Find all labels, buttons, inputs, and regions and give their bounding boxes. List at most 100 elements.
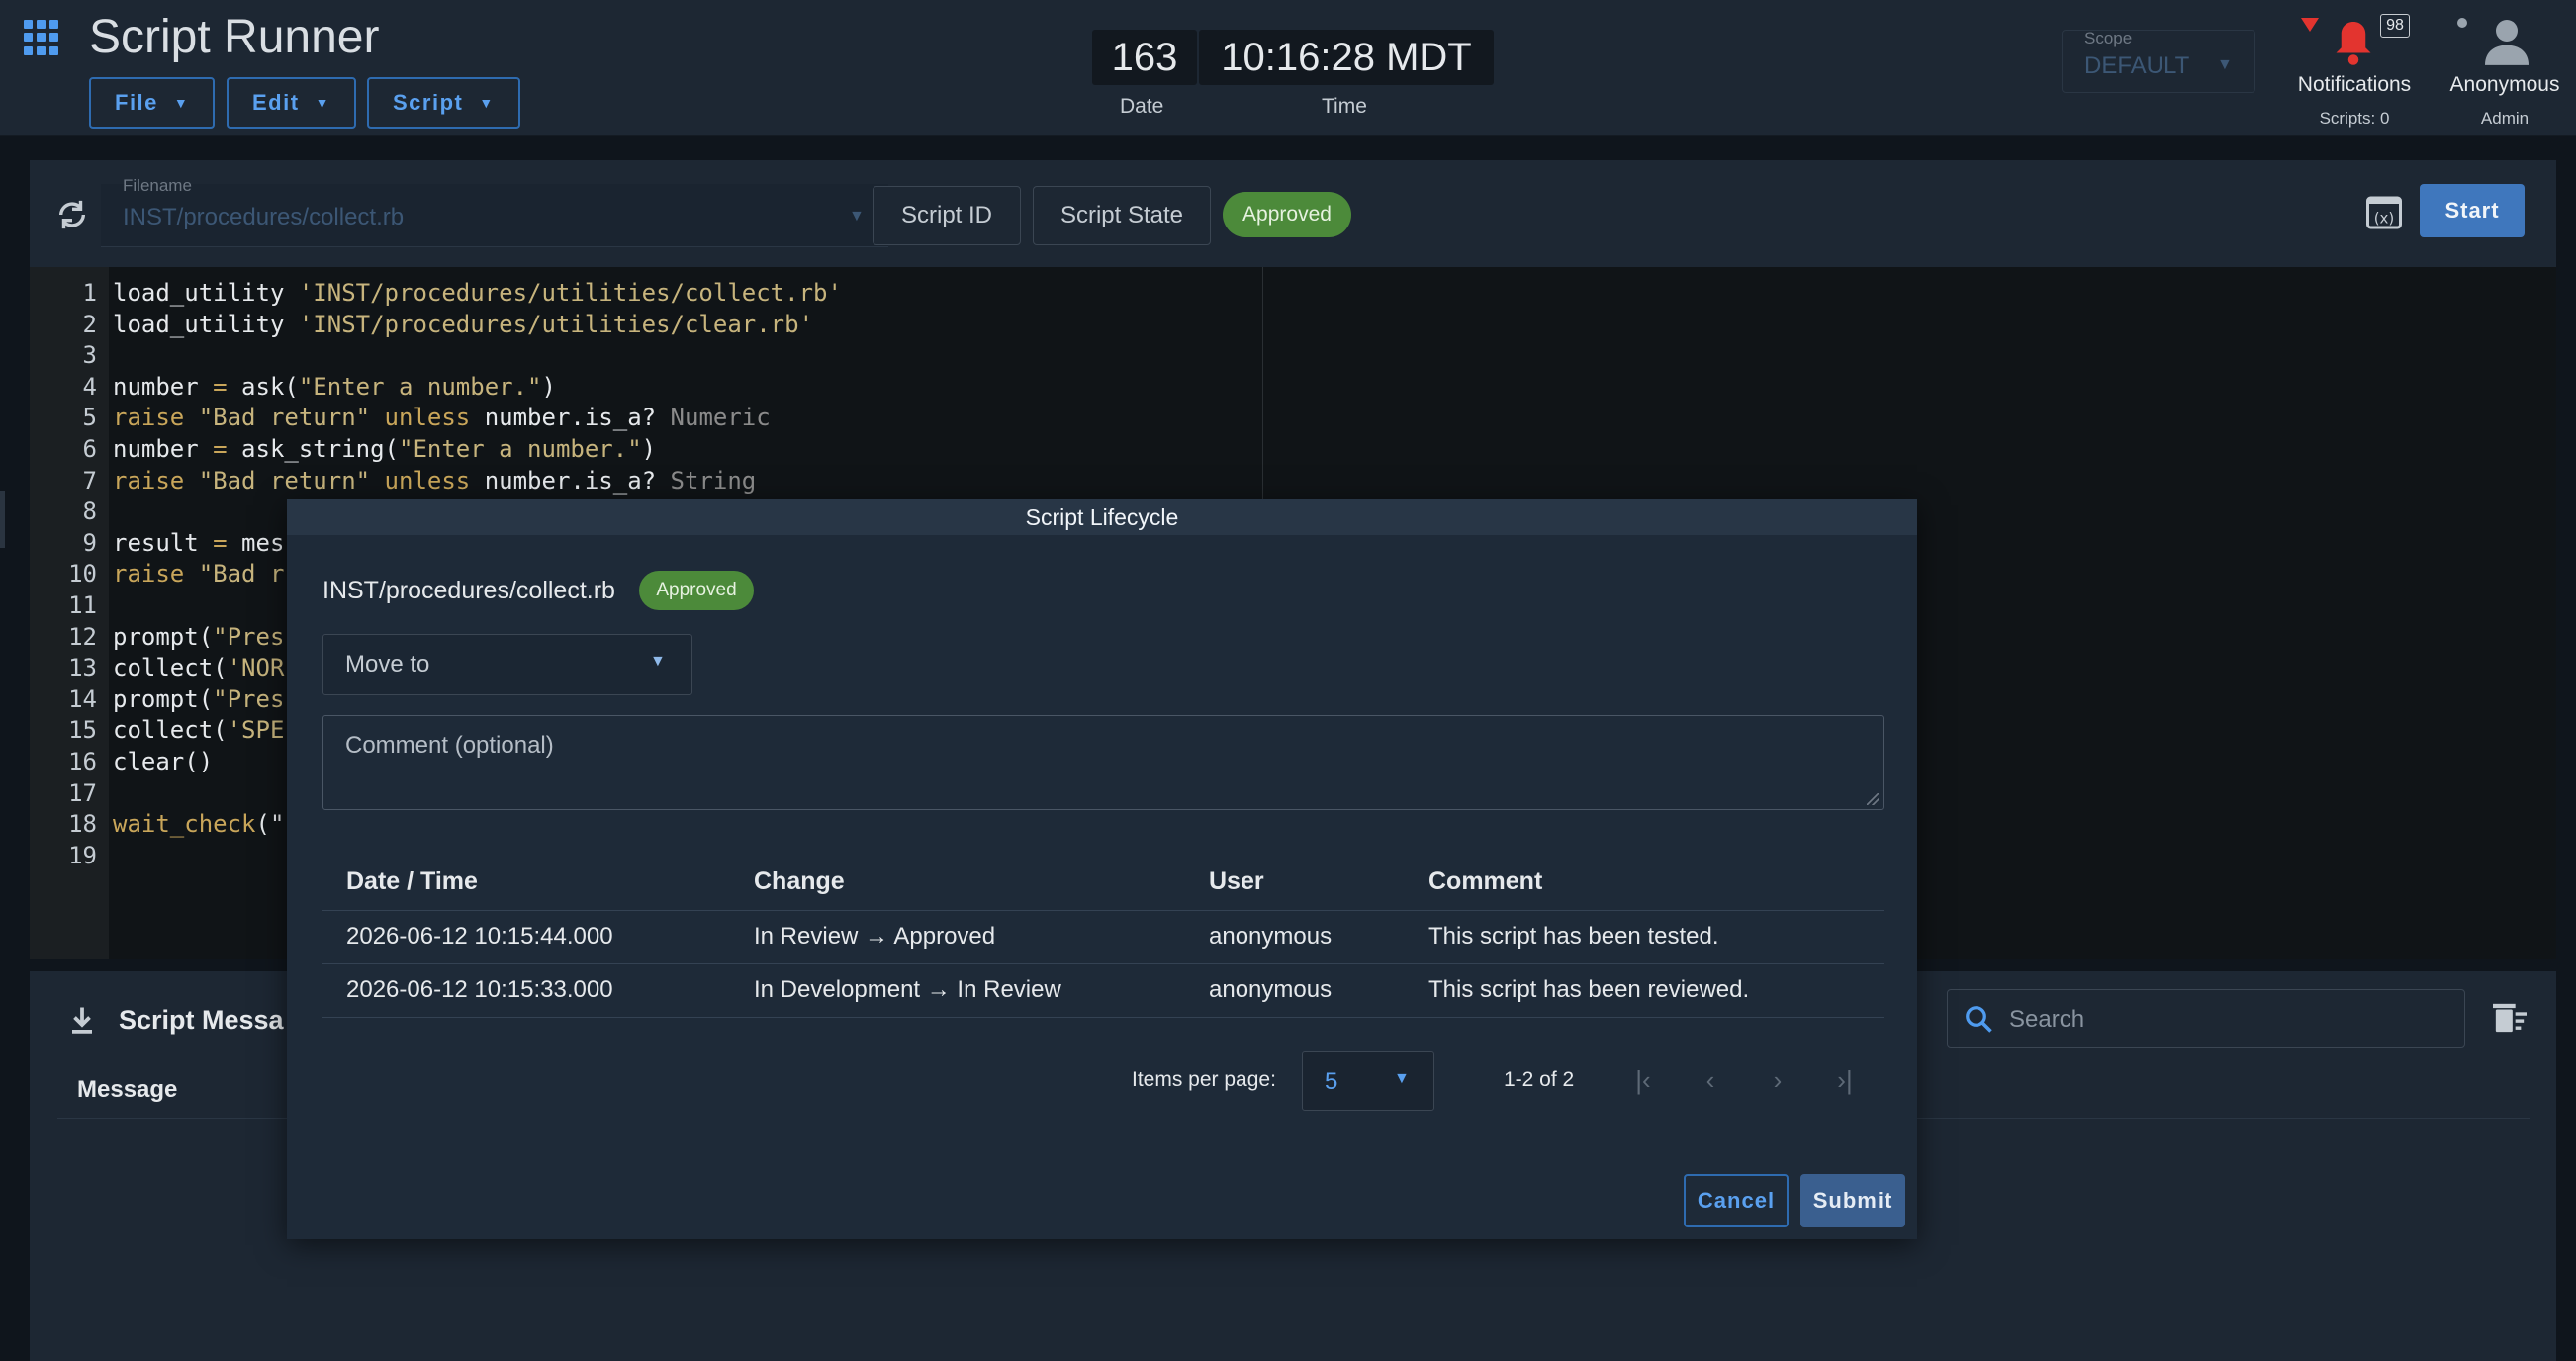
resize-handle-icon[interactable]	[1867, 793, 1879, 805]
app-header: Script Runner File ▼ Edit ▼ Script ▼ 163 Da…	[0, 0, 2576, 136]
line-number: 9	[82, 528, 97, 557]
pagination-range: 1-2 of 2	[1504, 1068, 1575, 1091]
code-line[interactable]: result = mes	[113, 529, 284, 557]
code-line[interactable]: clear()	[113, 748, 213, 775]
code-line[interactable]: prompt("Pres	[113, 623, 284, 651]
apps-grid-icon[interactable]	[24, 20, 59, 55]
line-number: 8	[82, 498, 97, 526]
edit-menu-button[interactable]: Edit ▼	[227, 77, 356, 129]
code-token: "Bad return"	[198, 466, 371, 495]
code-token: Numeric	[670, 404, 771, 432]
filename-value: INST/procedures/collect.rb	[123, 204, 405, 230]
code-token: unless	[384, 404, 471, 432]
comment-placeholder: Comment (optional)	[345, 732, 554, 759]
caret-down-icon: ▼	[2217, 56, 2233, 73]
script-id-button[interactable]: Script ID	[873, 186, 1021, 245]
notification-count-badge: 98	[2380, 14, 2410, 38]
message-column-header[interactable]: Message	[77, 1076, 177, 1104]
next-page-icon[interactable]: ›	[1763, 1065, 1793, 1095]
code-token: collect(	[113, 716, 228, 745]
clear-messages-icon[interactable]	[2493, 1001, 2527, 1035]
code-line[interactable]: wait_check("	[113, 810, 284, 838]
items-per-page-label: Items per page:	[1132, 1068, 1276, 1091]
code-line[interactable]: collect('NOR	[113, 654, 284, 681]
move-to-select[interactable]: Move to ▼	[322, 634, 692, 695]
code-line[interactable]: prompt("Pres	[113, 685, 284, 713]
caret-down-icon: ▼	[849, 208, 865, 225]
reload-icon[interactable]	[55, 198, 89, 231]
code-token: =	[213, 372, 228, 401]
code-line[interactable]: load_utility 'INST/procedures/utilities/…	[113, 311, 813, 338]
code-line[interactable]: collect('SPE	[113, 716, 284, 744]
code-line[interactable]: number = ask_string("Enter a number.")	[113, 435, 656, 463]
code-line[interactable]: raise "Bad r	[113, 560, 284, 588]
last-page-icon[interactable]: ›|	[1830, 1065, 1860, 1095]
scope-select[interactable]: Scope DEFAULT ▼	[2062, 29, 2255, 93]
column-header-datetime[interactable]: Date / Time	[346, 867, 478, 896]
column-header-change[interactable]: Change	[754, 867, 845, 896]
caret-down-icon: ▼	[315, 95, 330, 111]
time-display: 10:16:28 MDT	[1199, 30, 1494, 85]
code-line[interactable]: load_utility 'INST/procedures/utilities/…	[113, 279, 842, 307]
code-token: clear()	[113, 748, 214, 775]
script-lifecycle-dialog: Script Lifecycle INST/procedures/collect…	[287, 499, 1917, 1239]
comment-textarea[interactable]: Comment (optional)	[322, 715, 1884, 810]
download-icon[interactable]	[69, 1005, 95, 1035]
line-number-gutter: 1 2 3 4 5 6 7 8 9 10 11 12 13 14 15 16 17 18 19	[30, 267, 109, 959]
code-token: ask(	[227, 372, 299, 401]
line-number: 2	[82, 310, 97, 338]
line-number: 4	[82, 372, 97, 401]
script-state-chip[interactable]: Approved	[1223, 192, 1351, 237]
cancel-button[interactable]: Cancel	[1684, 1174, 1789, 1227]
user-menu[interactable]: Anonymous Admin	[2443, 10, 2566, 129]
code-token: 'INST/procedures/utilities/clear.rb'	[298, 310, 814, 338]
code-line[interactable]: number = ask("Enter a number.")	[113, 373, 556, 401]
line-number: 14	[68, 684, 97, 713]
variables-icon[interactable]: (x)	[2366, 196, 2402, 229]
cell-comment: This script has been reviewed.	[1428, 976, 1750, 1003]
messages-search-input[interactable]: Search	[1947, 989, 2465, 1048]
code-line[interactable]: raise "Bad return" unless number.is_a? S…	[113, 467, 756, 495]
move-to-label: Move to	[345, 651, 430, 678]
submit-button[interactable]: Submit	[1800, 1174, 1905, 1227]
code-token: )	[541, 372, 556, 401]
svg-text:(x): (x)	[2374, 210, 2395, 227]
scope-label: Scope	[2084, 29, 2133, 47]
drawer-handle[interactable]	[0, 491, 5, 548]
code-line[interactable]: raise "Bad return" unless number.is_a? N…	[113, 404, 771, 431]
code-token: number	[113, 372, 214, 401]
line-number: 16	[68, 748, 97, 775]
column-header-comment[interactable]: Comment	[1428, 867, 1542, 896]
code-token: 'SPE	[227, 716, 285, 745]
table-header-row: Date / Time Change User Comment	[322, 856, 1884, 911]
items-per-page-select[interactable]: 5 ▼	[1302, 1051, 1434, 1111]
code-token: unless	[384, 466, 471, 495]
code-token: prompt(	[113, 684, 214, 713]
previous-page-icon[interactable]: ‹	[1696, 1065, 1725, 1095]
code-token: "Enter a number."	[298, 372, 542, 401]
caret-down-icon: ▼	[173, 95, 190, 111]
code-token: load_utility	[113, 279, 299, 307]
column-header-user[interactable]: User	[1209, 867, 1264, 896]
cell-user: anonymous	[1209, 923, 1333, 950]
code-token: prompt(	[113, 622, 214, 651]
time-label: Time	[1322, 95, 1367, 118]
start-button[interactable]: Start	[2420, 184, 2525, 237]
code-token: number.is_a?	[470, 466, 671, 495]
caret-down-icon: ▼	[650, 653, 666, 670]
file-menu-button[interactable]: File ▼	[89, 77, 216, 129]
script-state-button[interactable]: Script State	[1033, 186, 1211, 245]
line-number: 5	[82, 404, 97, 432]
file-menu-label: File	[115, 90, 158, 115]
filename-select[interactable]: Filename INST/procedures/collect.rb ▼	[101, 176, 888, 247]
date-label: Date	[1120, 95, 1164, 118]
items-per-page-value: 5	[1325, 1068, 1338, 1095]
filename-label: Filename	[123, 176, 192, 195]
first-page-icon[interactable]: |‹	[1628, 1065, 1658, 1095]
code-token: 'NOR	[227, 654, 285, 682]
code-token: wait_check	[113, 810, 256, 839]
script-menu-button[interactable]: Script ▼	[367, 77, 520, 129]
notifications-button[interactable]: 98 Notifications Scripts: 0	[2295, 10, 2414, 129]
code-token: raise	[113, 466, 185, 495]
